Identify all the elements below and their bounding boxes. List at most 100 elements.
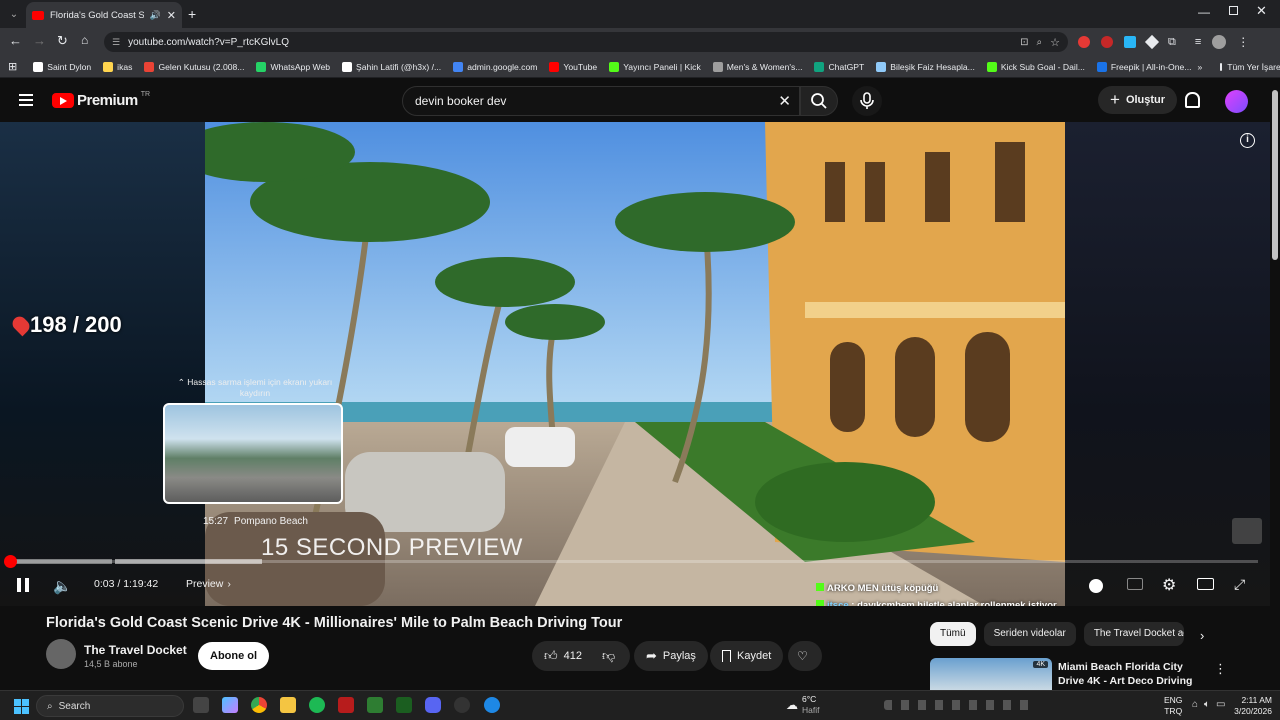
avatar[interactable] bbox=[1225, 90, 1248, 113]
settings-gear-icon[interactable]: ⚙ bbox=[1162, 575, 1176, 595]
tab-close-icon[interactable]: ✕ bbox=[167, 9, 176, 22]
app-blue-icon[interactable] bbox=[484, 697, 500, 713]
bookmark-item[interactable]: WhatsApp Web bbox=[250, 61, 336, 72]
task-view-icon[interactable] bbox=[193, 697, 209, 713]
bookmark-favicon-icon bbox=[103, 61, 114, 72]
restore-icon[interactable] bbox=[1229, 6, 1238, 15]
taskbar-search-box[interactable]: ⌕ Search bbox=[36, 695, 184, 717]
weather-widget[interactable]: ☁ 6°C Hafif bbox=[786, 694, 819, 716]
bookmark-item[interactable]: ikas bbox=[97, 61, 138, 72]
clock[interactable]: 2:11 AM 3/20/2026 bbox=[1228, 695, 1272, 717]
reload-icon[interactable]: ↻ bbox=[57, 33, 68, 49]
discord-icon[interactable] bbox=[425, 697, 441, 713]
windows-start-icon[interactable] bbox=[14, 699, 29, 714]
channel-name[interactable]: The Travel Docket bbox=[84, 643, 187, 657]
more-actions-icon[interactable]: ⋮ bbox=[1214, 661, 1227, 677]
extension-blue-icon[interactable] bbox=[1124, 36, 1136, 48]
tab-search-icon[interactable]: ⌄ bbox=[6, 6, 22, 22]
app-dark-icon[interactable] bbox=[454, 697, 470, 713]
autoplay-toggle[interactable] bbox=[1089, 579, 1103, 593]
site-info-icon[interactable]: ☰ bbox=[112, 37, 120, 48]
zoom-icon[interactable]: ⌕ bbox=[1037, 37, 1043, 48]
bookmark-item[interactable]: YouTube bbox=[543, 61, 603, 72]
scrubber-handle[interactable] bbox=[4, 555, 17, 568]
video-player[interactable]: 198 / 200 i ⌃ Hassas sarma işlemi için e… bbox=[0, 122, 1270, 606]
install-icon[interactable]: ⊡ bbox=[1020, 37, 1028, 48]
chip[interactable]: The Travel Docket adl bbox=[1083, 622, 1184, 646]
bookmark-item[interactable]: Kick Sub Goal - Dail... bbox=[981, 61, 1091, 72]
next-video-thumbnail[interactable]: 4K bbox=[930, 658, 1052, 690]
bookmark-item[interactable]: Şahin Latifi (@h3x) /... bbox=[336, 61, 447, 72]
bookmark-item[interactable]: Yayıncı Paneli | Kick bbox=[603, 61, 707, 72]
terminal-icon[interactable] bbox=[396, 697, 412, 713]
notifications-bell-icon[interactable] bbox=[1185, 92, 1200, 108]
dislike-button[interactable]: 👎︎ bbox=[590, 641, 630, 671]
browser-tab[interactable]: Florida's Gold Coast Scenic 🔊 ✕ bbox=[26, 2, 182, 28]
pause-icon[interactable] bbox=[17, 578, 29, 592]
clear-search-icon[interactable]: ✕ bbox=[778, 92, 791, 110]
language-indicator[interactable]: ENG TRQ bbox=[1164, 695, 1182, 717]
bookmark-item[interactable]: Saint Dylon bbox=[27, 61, 97, 72]
hamburger-menu-icon[interactable] bbox=[19, 94, 33, 106]
bookmark-favicon-icon bbox=[876, 61, 887, 72]
close-window-icon[interactable]: ✕ bbox=[1256, 3, 1267, 19]
extensions-puzzle-icon[interactable]: ⧉ bbox=[1168, 36, 1176, 49]
volume-icon[interactable]: 🔈 bbox=[53, 577, 72, 595]
search-input[interactable]: devin booker dev ✕ bbox=[402, 86, 800, 116]
battery-icon[interactable]: ▭ bbox=[1216, 699, 1225, 710]
share-button[interactable]: ➦ Paylaş bbox=[634, 641, 708, 671]
theater-mode-icon[interactable] bbox=[1197, 578, 1214, 590]
minimize-icon[interactable]: — bbox=[1198, 5, 1210, 19]
chip[interactable]: Seriden videolar bbox=[983, 622, 1076, 646]
tray-apps-icon[interactable] bbox=[884, 700, 1034, 710]
channel-avatar[interactable] bbox=[46, 639, 76, 669]
page-scrollbar[interactable] bbox=[1270, 80, 1280, 690]
extension-diamond-icon[interactable] bbox=[1144, 34, 1160, 50]
subtitles-icon[interactable] bbox=[1127, 578, 1143, 590]
app-green-icon[interactable] bbox=[367, 697, 383, 713]
app-red-icon[interactable] bbox=[338, 697, 354, 713]
chrome-taskbar-icon[interactable] bbox=[251, 697, 267, 713]
bookmark-item[interactable]: Men's & Women's... bbox=[707, 61, 809, 72]
youtube-logo[interactable]: Premium TR bbox=[52, 91, 150, 109]
bookmark-label: admin.google.com bbox=[467, 61, 538, 72]
info-icon[interactable]: i bbox=[1240, 133, 1255, 148]
search-button[interactable] bbox=[800, 86, 838, 116]
bookmark-item[interactable]: Bileşik Faiz Hesapla... bbox=[870, 61, 981, 72]
reading-list-icon[interactable]: ≡ bbox=[1195, 36, 1201, 48]
mini-logo bbox=[1232, 518, 1262, 544]
apps-grid-icon[interactable]: ⊞ bbox=[8, 60, 17, 73]
bookmark-star-icon[interactable]: ☆ bbox=[1050, 36, 1060, 49]
forward-icon[interactable]: → bbox=[33, 33, 46, 48]
bookmark-item[interactable]: ChatGPT bbox=[808, 61, 870, 72]
fullscreen-icon[interactable]: ⤢ bbox=[1234, 576, 1245, 593]
home-icon[interactable]: ⌂ bbox=[81, 33, 88, 47]
all-bookmarks-label[interactable]: Tüm Yer İşaretleri bbox=[1227, 62, 1280, 72]
more-bookmarks-icon[interactable]: » bbox=[1197, 62, 1202, 72]
new-tab-icon[interactable]: + bbox=[188, 6, 196, 22]
spotify-icon[interactable] bbox=[309, 697, 325, 713]
chapter-button[interactable]: Preview › bbox=[186, 578, 231, 590]
network-icon[interactable]: ⌂ bbox=[1192, 699, 1198, 710]
back-icon[interactable]: ← bbox=[9, 33, 22, 48]
file-explorer-icon[interactable] bbox=[280, 697, 296, 713]
url-field[interactable]: ☰ youtube.com/watch?v=P_rtcKGlvLQ ⊡ ⌕ ☆ bbox=[104, 32, 1068, 52]
subscribe-button[interactable]: Abone ol bbox=[198, 642, 270, 670]
audio-icon[interactable]: 🔊 bbox=[150, 10, 161, 21]
profile-avatar-icon[interactable] bbox=[1212, 35, 1227, 49]
extension-red-icon[interactable] bbox=[1078, 36, 1090, 48]
bookmark-item[interactable]: Gelen Kutusu (2.008... bbox=[138, 61, 250, 72]
chip[interactable]: Tümü bbox=[930, 622, 976, 646]
chips-next-icon[interactable]: › bbox=[1200, 628, 1204, 643]
extension-red2-icon[interactable] bbox=[1101, 36, 1113, 48]
save-button[interactable]: Kaydet bbox=[710, 641, 784, 671]
chrome-menu-icon[interactable]: ⋮ bbox=[1237, 35, 1249, 49]
bookmark-item[interactable]: Freepik | All-in-One... bbox=[1091, 61, 1198, 72]
create-button[interactable]: + Oluştur bbox=[1098, 86, 1178, 114]
like-button[interactable]: 👍︎ 412 bbox=[532, 641, 592, 671]
speaker-icon[interactable]: 🔈︎ bbox=[1204, 699, 1210, 710]
thanks-button[interactable]: ♡ bbox=[788, 641, 822, 671]
bookmark-item[interactable]: admin.google.com bbox=[447, 61, 543, 72]
copilot-icon[interactable] bbox=[222, 697, 238, 713]
voice-search-button[interactable] bbox=[852, 86, 882, 116]
